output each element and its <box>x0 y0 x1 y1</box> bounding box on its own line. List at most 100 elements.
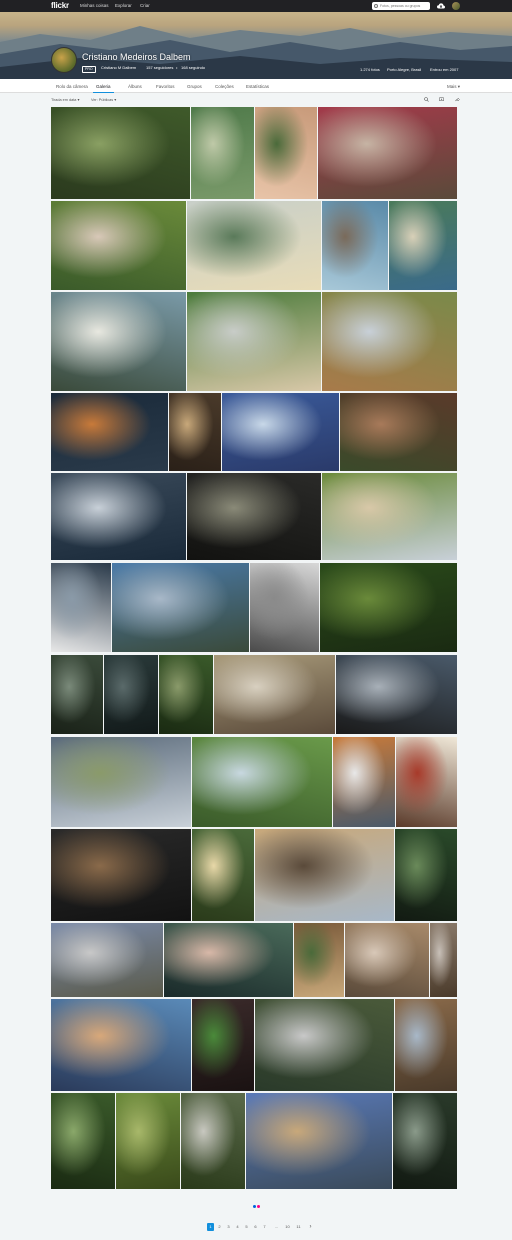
photo-dessert-plate[interactable] <box>396 737 457 827</box>
nav-my-stuff[interactable]: Minhas coisas <box>80 3 109 8</box>
photo-autumn-peaks[interactable] <box>333 737 395 827</box>
photo-woman-tree[interactable] <box>255 107 317 199</box>
photo-river-bend[interactable] <box>191 107 254 199</box>
photo-old-building[interactable] <box>345 923 429 997</box>
search-box[interactable] <box>372 2 430 10</box>
pink-dot <box>257 1205 260 1208</box>
photo-beach-cove[interactable] <box>389 201 457 290</box>
photo-dark-trail[interactable] <box>51 655 103 734</box>
following-count[interactable]: 168 seguindo <box>181 65 205 71</box>
photo-pine-road[interactable] <box>104 655 158 734</box>
photo-room-interior[interactable] <box>169 393 221 471</box>
photo-couple-bench[interactable] <box>51 829 191 921</box>
profile-username: Cristiano M Dalbem <box>101 65 137 70</box>
photo-misty-valley[interactable] <box>51 737 191 827</box>
photo-golf-field[interactable] <box>192 737 332 827</box>
photo-dark-sea[interactable] <box>336 655 457 734</box>
photo-street-houses[interactable] <box>430 923 457 997</box>
next-page-arrow[interactable]: › <box>307 1223 314 1231</box>
page-1[interactable]: 1 <box>207 1223 214 1231</box>
tab-camera-roll[interactable]: Rolo da câmera <box>56 84 88 89</box>
search-input[interactable] <box>380 4 428 8</box>
tab-favorites[interactable]: Favoritos <box>156 84 175 89</box>
share-icon[interactable] <box>455 97 460 102</box>
flickr-dots-logo <box>253 1205 261 1208</box>
photo-rainbow-terrace[interactable] <box>51 923 163 997</box>
top-navigation: flickr Minhas coisas Explorar Criar <box>0 0 512 12</box>
profile-avatar[interactable] <box>51 47 77 73</box>
photo-snow-tree[interactable] <box>250 563 319 652</box>
tab-collections[interactable]: Coleções <box>215 84 234 89</box>
tab-stats[interactable]: Estatísticas <box>246 84 269 89</box>
sort-dropdown[interactable]: Tirada em data ▾ <box>51 97 79 102</box>
tab-albums[interactable]: Álbuns <box>128 84 142 89</box>
photo-totem-pole[interactable] <box>294 923 344 997</box>
profile-location: Porto Alegre, Brasil <box>387 67 422 72</box>
page-ellipsis: … <box>274 1224 279 1229</box>
photo-bay-panorama[interactable] <box>112 563 249 652</box>
followers-count[interactable]: 157 seguidores <box>146 65 173 71</box>
page-4[interactable]: 4 <box>234 1223 241 1231</box>
photo-forest-sunlight[interactable] <box>192 829 254 921</box>
photo-rocky-coast[interactable] <box>322 201 388 290</box>
nav-create[interactable]: Criar <box>140 3 150 8</box>
photo-seal-rocks[interactable] <box>51 563 111 652</box>
search-icon[interactable] <box>424 97 429 102</box>
photo-beach-hazy[interactable] <box>187 201 321 290</box>
photo-mossy-forest[interactable] <box>320 563 457 652</box>
search-icon <box>374 4 378 8</box>
page-6[interactable]: 6 <box>252 1223 259 1231</box>
chevron-down-icon: ▾ <box>457 84 461 89</box>
page-2[interactable]: 2 <box>216 1223 223 1231</box>
photo-green-hill[interactable] <box>187 292 321 391</box>
photo-forest-clearing[interactable] <box>116 1093 180 1189</box>
photo-tent-man[interactable] <box>246 1093 392 1189</box>
photo-glasses-closeup[interactable] <box>164 923 293 997</box>
photo-waterfall[interactable] <box>393 1093 457 1189</box>
photos-count: 1.274 fotos <box>360 67 380 72</box>
photo-cliff-portrait[interactable] <box>255 829 394 921</box>
photo-green-leaf[interactable] <box>192 999 254 1091</box>
upload-cloud-icon[interactable] <box>437 3 445 9</box>
page-7[interactable]: 7 <box>261 1223 268 1231</box>
profile-name: Cristiano Medeiros Dalbem <box>82 52 191 62</box>
photo-standing-stones[interactable] <box>322 473 457 560</box>
photo-campfire-men[interactable] <box>181 1093 245 1189</box>
visibility-dropdown[interactable]: Ver: Públicas ▾ <box>91 97 116 102</box>
photo-redwood-trunk[interactable] <box>340 393 457 471</box>
page-3[interactable]: 3 <box>225 1223 232 1231</box>
tab-groups[interactable]: Grupos <box>187 84 202 89</box>
chevron-down-icon: ▾ <box>77 98 80 102</box>
flickr-logo[interactable]: flickr <box>51 1 69 10</box>
photo-heart-stone[interactable] <box>395 999 457 1091</box>
account-avatar[interactable] <box>452 2 460 10</box>
tab-gallery[interactable]: Galeria <box>93 84 113 93</box>
chevron-down-icon: ▾ <box>114 98 117 102</box>
more-menu[interactable]: Mais ▾ <box>447 84 460 90</box>
photo-snowy-mountains[interactable] <box>51 473 186 560</box>
photo-coastal-trail[interactable] <box>322 292 457 391</box>
more-label: Mais <box>447 84 457 89</box>
photo-beach-rocks[interactable] <box>51 292 186 391</box>
separator-dot: • <box>176 65 178 70</box>
page-10[interactable]: 10 <box>284 1223 291 1231</box>
page-5[interactable]: 5 <box>243 1223 250 1231</box>
sort-label: Tirada em data <box>51 98 77 102</box>
photo-fern-path[interactable] <box>395 829 457 921</box>
photo-dunes-sunset[interactable] <box>51 999 191 1091</box>
nav-explore[interactable]: Explorar <box>115 3 132 8</box>
photo-window-sunset[interactable] <box>51 393 168 471</box>
photo-jungle-river[interactable] <box>51 1093 115 1189</box>
photo-tree-tunnel[interactable] <box>159 655 213 734</box>
joined-date: Entrou em 2007 <box>430 67 459 72</box>
photo-woman-scarf[interactable] <box>318 107 457 199</box>
photo-sheep-field[interactable] <box>214 655 335 734</box>
photo-stormy-sky[interactable] <box>187 473 321 560</box>
visibility-label: Ver: Públicas <box>91 98 114 102</box>
photo-friends-grass[interactable] <box>51 201 186 290</box>
photo-sky-building[interactable] <box>222 393 339 471</box>
page-11[interactable]: 11 <box>295 1223 302 1231</box>
photo-campfire-smoke[interactable] <box>255 999 394 1091</box>
photo-forest-hammock[interactable] <box>51 107 190 199</box>
slideshow-icon[interactable] <box>439 97 444 102</box>
